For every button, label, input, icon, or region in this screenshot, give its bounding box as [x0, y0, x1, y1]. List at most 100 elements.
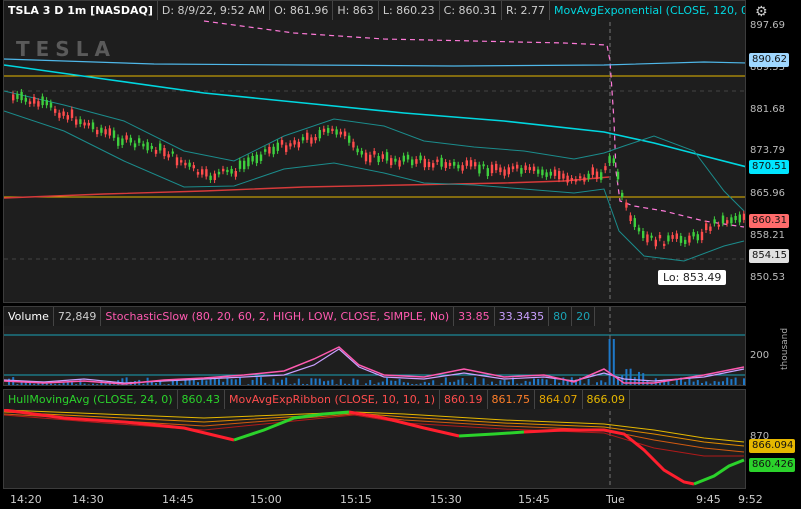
red-avg-line	[4, 176, 610, 199]
candle-body	[675, 233, 678, 239]
volume-bar	[507, 381, 510, 385]
volume-bar	[16, 384, 19, 385]
time-label: 9:52	[738, 493, 763, 506]
candle-body	[83, 122, 86, 126]
price-tick: 865.96	[750, 188, 785, 199]
volume-bar	[96, 384, 99, 385]
volume-bar	[251, 379, 254, 385]
candle-body	[394, 158, 397, 162]
time-label: Tue	[606, 493, 625, 506]
volume-bar	[314, 378, 317, 385]
candle-body	[558, 171, 561, 180]
candle-body	[360, 150, 363, 155]
prev-close-line	[203, 20, 745, 228]
volume-title[interactable]: Volume	[4, 307, 54, 326]
candle-body	[541, 169, 544, 176]
hull-study-label[interactable]: HullMovingAvg (CLOSE, 24, 0)	[4, 390, 178, 409]
volume-bar	[705, 381, 708, 385]
price-pane[interactable]: TSLA 3 D 1m [NASDAQ] D: 8/9/22, 9:52 AM …	[3, 0, 746, 303]
volume-bar	[289, 384, 292, 385]
candle-body	[188, 162, 191, 167]
volume-bar	[268, 384, 271, 385]
volume-bar	[402, 382, 405, 385]
volume-bar	[465, 383, 468, 385]
volume-unit: thousand	[780, 327, 790, 370]
time-axis: 14:20 14:30 14:45 15:00 15:15 15:30 15:4…	[0, 490, 801, 509]
volume-bar	[352, 378, 355, 385]
candle-body	[364, 152, 368, 162]
time-label: 15:45	[518, 493, 550, 506]
candle-body	[633, 218, 636, 227]
volume-bar	[373, 384, 376, 385]
volume-bar	[583, 383, 586, 385]
candle-body	[537, 169, 540, 174]
candle-body	[503, 169, 506, 176]
stoch-study-label[interactable]: StochasticSlow (80, 20, 60, 2, HIGH, LOW…	[101, 307, 455, 326]
stoch-d-value: 33.3435	[495, 307, 550, 326]
candle-body	[495, 163, 498, 171]
candle-body	[453, 161, 456, 166]
hma-pane[interactable]: HullMovingAvg (CLOSE, 24, 0) 860.43 MovA…	[3, 389, 746, 489]
volume-bar	[339, 379, 342, 385]
candle-body	[91, 122, 95, 130]
candle-body	[738, 214, 741, 223]
volume-pane[interactable]: Volume 72,849 StochasticSlow (80, 20, 60…	[3, 306, 746, 386]
volume-bar	[348, 383, 351, 385]
volume-bar	[411, 384, 414, 385]
candle-body	[339, 131, 342, 135]
candle-body	[415, 159, 418, 164]
candle-body	[125, 135, 128, 140]
study-label[interactable]: MovAvgExponential (CLOSE, 120, 0, no)	[550, 1, 745, 20]
candle-body	[150, 145, 153, 149]
candle-body	[154, 149, 158, 154]
candle-body	[671, 235, 674, 239]
candle-body	[222, 168, 225, 172]
symbol-label[interactable]: TSLA 3 D 1m [NASDAQ]	[4, 1, 158, 20]
candle-body	[373, 151, 376, 155]
candle-body	[721, 215, 725, 224]
candle-body	[553, 169, 557, 176]
candle-body	[457, 164, 460, 169]
candle-body	[37, 101, 40, 107]
candle-body	[583, 177, 586, 182]
hull-line-down-2	[348, 410, 460, 438]
candle-body	[679, 235, 683, 243]
candle-body	[192, 165, 195, 169]
candle-body	[448, 162, 452, 166]
volume-bar	[461, 378, 464, 385]
volume-bar	[209, 378, 212, 385]
candle-body	[423, 158, 426, 168]
volume-bar	[83, 383, 86, 385]
candle-body	[709, 226, 712, 231]
volume-bar	[62, 382, 65, 385]
volume-bar	[226, 378, 229, 385]
candle-body	[520, 168, 523, 174]
candle-body	[390, 158, 393, 166]
candle-body	[465, 160, 468, 166]
volume-bar	[50, 383, 52, 385]
volume-bar	[344, 383, 346, 385]
candle-body	[264, 149, 267, 152]
time-label: 14:30	[72, 493, 104, 506]
volume-bar	[701, 382, 703, 385]
candle-body	[499, 167, 502, 173]
candle-body	[306, 132, 309, 140]
candle-body	[75, 119, 78, 125]
volume-bar	[436, 384, 439, 385]
volume-bar	[310, 378, 313, 385]
volume-bar	[726, 377, 729, 385]
ribbon-study-label[interactable]: MovAvgExpRibbon (CLOSE, 10, 10, 1)	[225, 390, 441, 409]
candle-body	[133, 143, 137, 148]
candle-body	[213, 173, 216, 181]
price-tag-ema: 870.51	[749, 160, 789, 174]
volume-bar	[432, 380, 435, 385]
candle-body	[167, 154, 170, 158]
stoch-over-value: 80	[549, 307, 573, 326]
candle-body	[650, 235, 653, 238]
candle-body	[96, 129, 99, 135]
volume-bar	[486, 384, 489, 385]
candle-body	[12, 94, 15, 101]
time-label: 9:45	[696, 493, 721, 506]
candle-body	[717, 224, 720, 227]
volume-bar	[54, 383, 57, 385]
